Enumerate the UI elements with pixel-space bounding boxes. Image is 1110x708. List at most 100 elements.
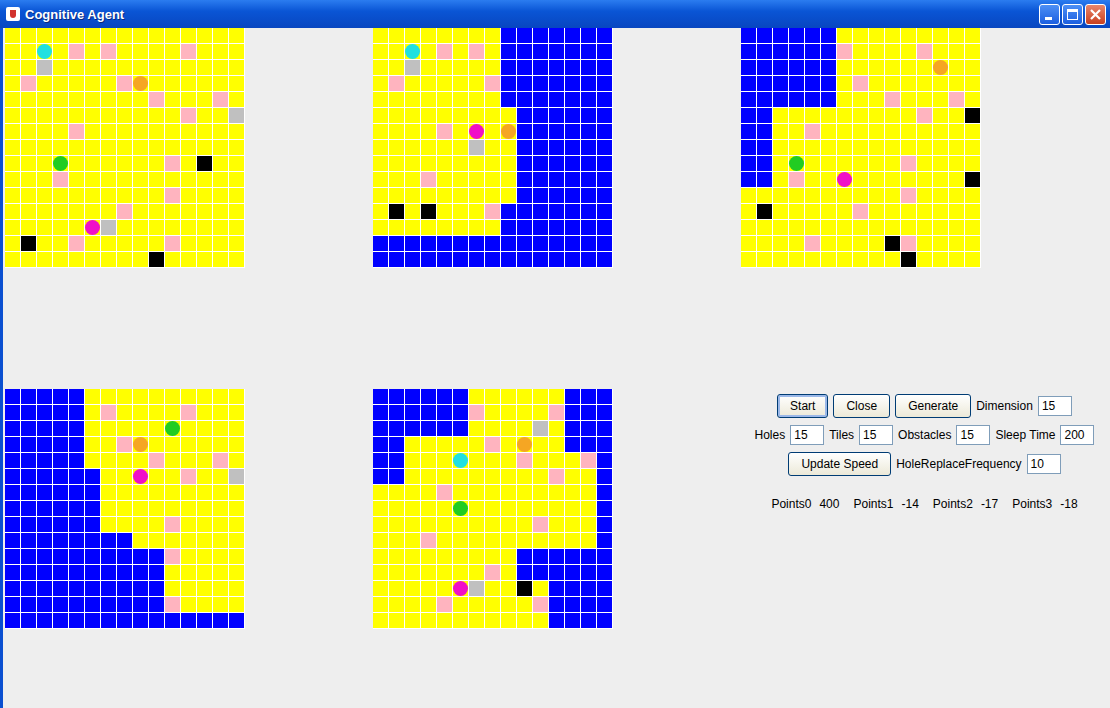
map-cell [597, 533, 612, 548]
map-row [373, 389, 613, 404]
control-button[interactable]: Generate [895, 394, 971, 418]
agent-icon [933, 60, 948, 75]
minimize-icon[interactable] [1039, 4, 1060, 25]
map-cell [597, 236, 612, 251]
map-cell [229, 236, 244, 251]
map-cell [85, 44, 100, 59]
map-cell [501, 469, 516, 484]
map-cell [501, 124, 516, 139]
text-field[interactable]: 15 [1038, 396, 1072, 416]
map-cell [933, 236, 948, 251]
map-cell [549, 44, 564, 59]
map-cell [5, 549, 20, 564]
map-cell [469, 533, 484, 548]
map-cell [741, 76, 756, 91]
text-field[interactable]: 200 [1060, 425, 1094, 445]
map-cell [469, 421, 484, 436]
map-cell [805, 44, 820, 59]
agent-icon [165, 421, 180, 436]
close-icon[interactable] [1085, 4, 1106, 25]
map-cell [549, 156, 564, 171]
map-cell [53, 220, 68, 235]
agent-icon [453, 501, 468, 516]
text-field[interactable]: 15 [956, 425, 990, 445]
map-cell [949, 44, 964, 59]
map-cell [469, 549, 484, 564]
map-cell [469, 156, 484, 171]
map-cell [581, 421, 596, 436]
map-cell [501, 533, 516, 548]
map-cell [821, 60, 836, 75]
map-cell [21, 92, 36, 107]
map-cell [181, 533, 196, 548]
control-button[interactable]: Start [777, 394, 828, 418]
map-cell [517, 437, 532, 452]
map-cell [149, 28, 164, 43]
map-cell [85, 236, 100, 251]
map-cell [789, 172, 804, 187]
control-button[interactable]: Close [833, 394, 890, 418]
map-cell [165, 220, 180, 235]
map-cell [453, 405, 468, 420]
map-cell [773, 28, 788, 43]
map-cell [501, 252, 516, 267]
map-cell [373, 140, 388, 155]
title-bar: Cognitive Agent [0, 0, 1110, 28]
text-field[interactable]: 15 [859, 425, 893, 445]
map-cell [533, 172, 548, 187]
map-cell [501, 76, 516, 91]
map-cell [149, 421, 164, 436]
agent-icon [453, 453, 468, 468]
map-cell [373, 581, 388, 596]
map-row [741, 60, 981, 75]
map-cell [933, 92, 948, 107]
map-cell [405, 597, 420, 612]
map-cell [405, 188, 420, 203]
map-cell [437, 156, 452, 171]
map-cell [437, 140, 452, 155]
map-cell [805, 28, 820, 43]
map-cell [101, 172, 116, 187]
map-cell [149, 252, 164, 267]
map-row [5, 76, 245, 91]
map-cell [437, 92, 452, 107]
map-cell [565, 597, 580, 612]
map-cell [53, 140, 68, 155]
map-cell [965, 76, 980, 91]
map-cell [565, 108, 580, 123]
map-cell [133, 108, 148, 123]
map-cell [21, 108, 36, 123]
map-cell [53, 156, 68, 171]
map-cell [133, 517, 148, 532]
map-cell [421, 421, 436, 436]
text-field[interactable]: 10 [1027, 454, 1061, 474]
maximize-icon[interactable] [1062, 4, 1083, 25]
map-cell [85, 76, 100, 91]
map-cell [901, 28, 916, 43]
map-cell [565, 60, 580, 75]
map-cell [149, 613, 164, 628]
map-row [5, 140, 245, 155]
map-cell [213, 124, 228, 139]
control-button[interactable]: Update Speed [788, 452, 891, 476]
map-cell [69, 533, 84, 548]
map-cell [165, 437, 180, 452]
map-cell [165, 565, 180, 580]
map-row [741, 236, 981, 251]
map-cell [517, 92, 532, 107]
map-cell [101, 124, 116, 139]
map-cell [597, 501, 612, 516]
map-cell [229, 92, 244, 107]
map-cell [5, 172, 20, 187]
map-cell [37, 60, 52, 75]
map-cell [85, 517, 100, 532]
map-cell [789, 76, 804, 91]
map-cell [149, 581, 164, 596]
map-cell [133, 204, 148, 219]
map-cell [837, 220, 852, 235]
text-field[interactable]: 15 [790, 425, 824, 445]
map-cell [389, 92, 404, 107]
map-cell [229, 501, 244, 516]
window-title: Cognitive Agent [25, 7, 1037, 22]
map-cell [581, 517, 596, 532]
